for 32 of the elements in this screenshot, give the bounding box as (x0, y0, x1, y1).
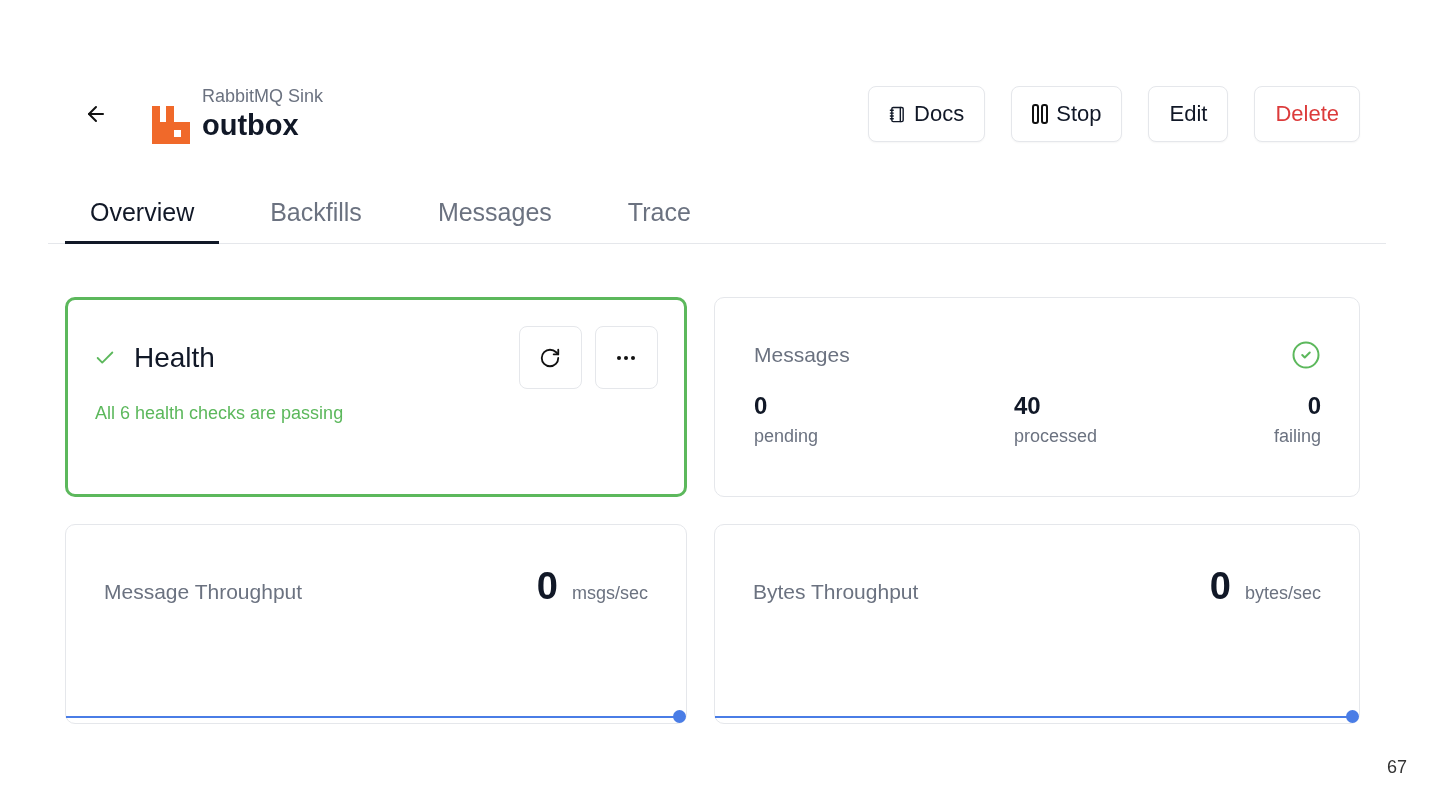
stat-value: 40 (1013, 392, 1041, 420)
page-number: 67 (1386, 757, 1407, 778)
refresh-icon (539, 346, 562, 369)
throughput-value: 0 (536, 565, 558, 607)
tab[interactable]: Backfills (245, 190, 387, 244)
throughput-unit: msgs/sec (571, 583, 648, 603)
delete-button[interactable]: Delete (1254, 86, 1360, 142)
card-title: Bytes Throughput (752, 580, 919, 604)
more-icon (617, 355, 636, 360)
card-title: Messages (753, 343, 850, 367)
refresh-button[interactable] (518, 326, 582, 389)
stat-value: 0 (1307, 392, 1321, 420)
tab[interactable]: Messages (412, 190, 577, 244)
card-title: Health (134, 341, 215, 374)
card-title: Message Throughput (104, 580, 303, 604)
health-summary: All 6 health checks are passing (94, 402, 345, 424)
tab[interactable]: Overview (65, 190, 220, 244)
notebook-icon (889, 105, 907, 123)
throughput-unit: bytes/sec (1244, 583, 1321, 603)
edit-button[interactable]: Edit (1148, 86, 1229, 142)
stat-label: failing (1273, 426, 1321, 447)
connector-type: RabbitMQ Sink (202, 86, 324, 107)
stat-label: pending (753, 426, 819, 447)
docs-button[interactable]: Docs (868, 86, 986, 142)
stop-button[interactable]: Stop (1011, 86, 1123, 142)
stat-value: 0 (753, 392, 768, 420)
page-title: outbox (202, 109, 300, 142)
rabbit-logo-icon (152, 106, 190, 144)
throughput-value: 0 (1209, 565, 1231, 607)
pause-icon (1032, 104, 1049, 124)
tab[interactable]: Trace (602, 190, 716, 244)
stat-label: processed (1013, 426, 1098, 447)
